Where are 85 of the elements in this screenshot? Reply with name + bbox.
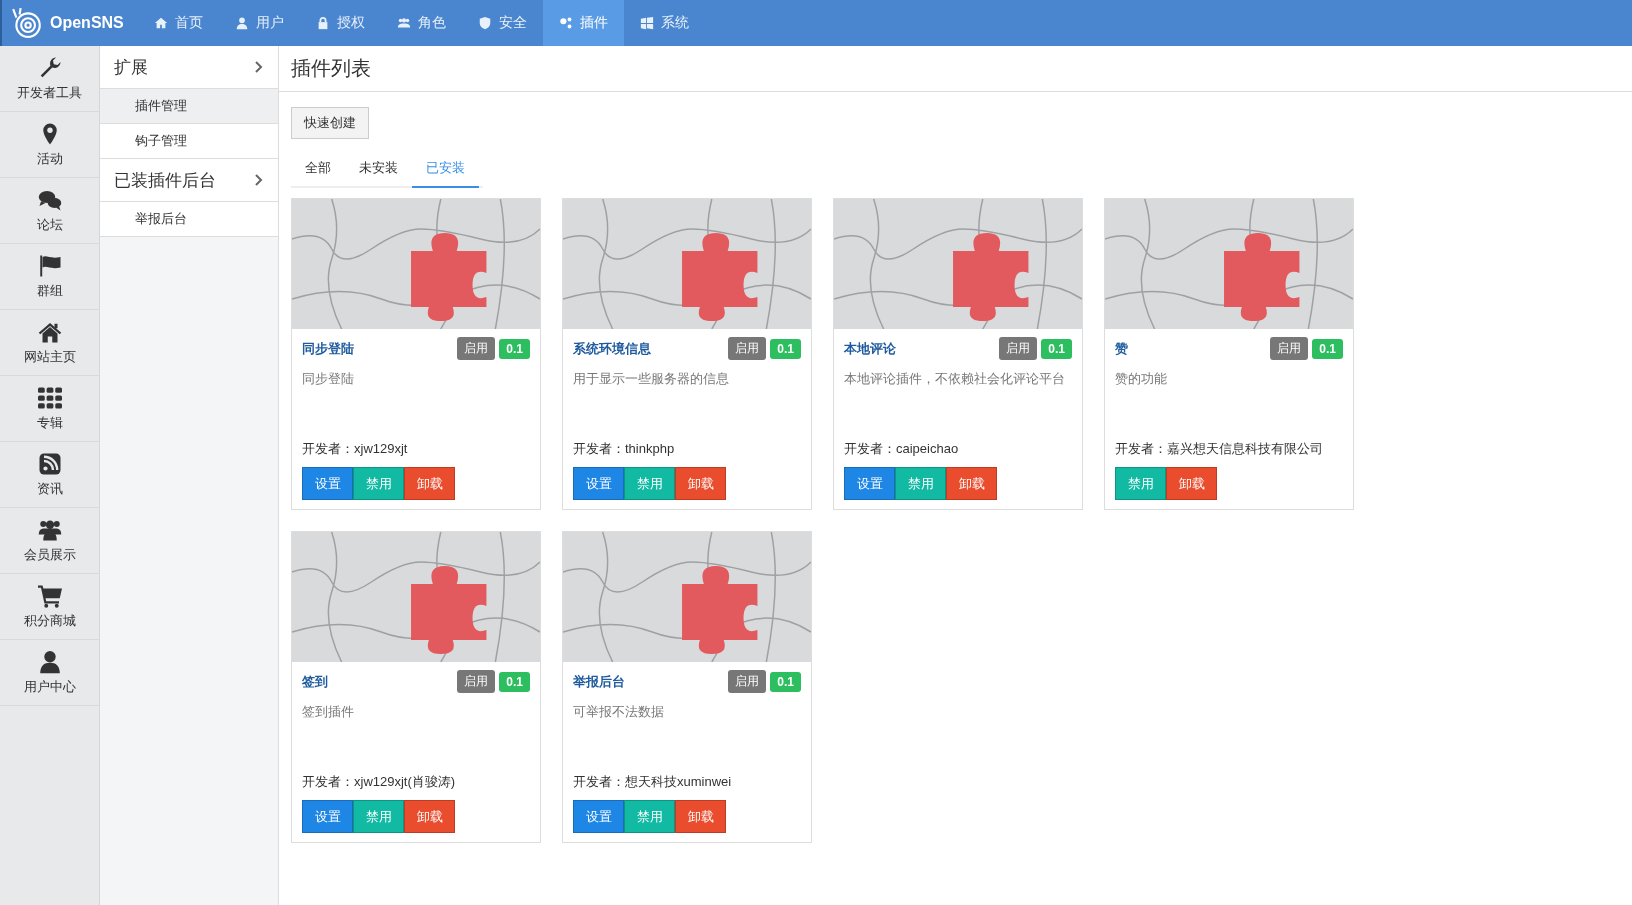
plugin-title[interactable]: 系统环境信息 bbox=[573, 339, 725, 358]
developer-text: 开发者：想天科技xuminwei bbox=[573, 773, 733, 791]
module-icon bbox=[36, 385, 63, 410]
nav-icon bbox=[558, 16, 573, 30]
settings-button[interactable]: 设置 bbox=[573, 467, 624, 500]
page-title: 插件列表 bbox=[279, 46, 1632, 92]
nav-icon bbox=[234, 16, 249, 30]
nav-icon bbox=[477, 16, 492, 30]
nav-item[interactable]: 系统 bbox=[623, 0, 705, 46]
menu-item[interactable]: 钩子管理 bbox=[100, 124, 278, 159]
plugin-description: 赞的功能 bbox=[1115, 370, 1168, 388]
module-item[interactable]: 资讯 bbox=[0, 442, 99, 508]
module-item[interactable]: 积分商城 bbox=[0, 574, 99, 640]
plugin-description: 本地评论插件，不依赖社会化评论平台 bbox=[844, 370, 1066, 388]
module-item[interactable]: 活动 bbox=[0, 112, 99, 178]
disable-button[interactable]: 禁用 bbox=[353, 467, 404, 500]
module-item[interactable]: 论坛 bbox=[0, 178, 99, 244]
status-badge: 启用 bbox=[999, 337, 1038, 360]
status-badge: 启用 bbox=[728, 337, 767, 360]
version-badge: 0.1 bbox=[1312, 338, 1343, 359]
module-item[interactable]: 开发者工具 bbox=[0, 46, 99, 112]
menu-item[interactable]: 插件管理 bbox=[100, 89, 278, 124]
uninstall-button[interactable]: 卸载 bbox=[404, 800, 455, 833]
status-badge: 启用 bbox=[457, 670, 496, 693]
settings-button[interactable]: 设置 bbox=[844, 467, 895, 500]
status-badge: 启用 bbox=[1270, 337, 1309, 360]
plugin-title[interactable]: 签到 bbox=[302, 672, 454, 691]
module-item[interactable]: 网站主页 bbox=[0, 310, 99, 376]
plugin-title[interactable]: 举报后台 bbox=[573, 672, 725, 691]
plugin-title[interactable]: 赞 bbox=[1115, 339, 1267, 358]
plugin-title[interactable]: 同步登陆 bbox=[302, 339, 454, 358]
nav-item[interactable]: 用户 bbox=[218, 0, 300, 46]
disable-button[interactable]: 禁用 bbox=[624, 467, 675, 500]
nav-item[interactable]: 安全 bbox=[461, 0, 543, 46]
settings-button[interactable]: 设置 bbox=[302, 467, 353, 500]
uninstall-button[interactable]: 卸载 bbox=[1166, 467, 1217, 500]
uninstall-button[interactable]: 卸载 bbox=[675, 467, 726, 500]
settings-button[interactable]: 设置 bbox=[302, 800, 353, 833]
plugin-description: 用于显示一些服务器的信息 bbox=[573, 370, 730, 388]
plugin-description: 可举报不法数据 bbox=[573, 703, 665, 721]
uninstall-button[interactable]: 卸载 bbox=[675, 800, 726, 833]
disable-button[interactable]: 禁用 bbox=[624, 800, 675, 833]
developer-text: 开发者：xjw129xjt bbox=[302, 440, 409, 458]
module-item[interactable]: 专辑 bbox=[0, 376, 99, 442]
nav-icon bbox=[639, 16, 654, 30]
chevron-icon bbox=[254, 60, 264, 74]
module-item[interactable]: 用户中心 bbox=[0, 640, 99, 706]
menu-item[interactable]: 举报后台 bbox=[100, 202, 278, 237]
uninstall-button[interactable]: 卸载 bbox=[404, 467, 455, 500]
version-badge: 0.1 bbox=[499, 338, 530, 359]
version-badge: 0.1 bbox=[770, 671, 801, 692]
nav-item[interactable]: 插件 bbox=[542, 0, 624, 46]
nav-item[interactable]: 角色 bbox=[380, 0, 462, 46]
chevron-icon bbox=[254, 173, 264, 187]
status-badge: 启用 bbox=[457, 337, 496, 360]
nav-icon bbox=[396, 16, 411, 30]
brand-name: OpenSNS bbox=[50, 14, 124, 32]
filter-tab[interactable]: 未安装 bbox=[345, 151, 412, 188]
status-badge: 启用 bbox=[728, 670, 767, 693]
module-item[interactable]: 群组 bbox=[0, 244, 99, 310]
developer-text: 开发者：caipeichao bbox=[844, 440, 960, 458]
uninstall-button[interactable]: 卸载 bbox=[946, 467, 997, 500]
module-item[interactable]: 会员展示 bbox=[0, 508, 99, 574]
developer-text: 开发者：xjw129xjt(肖骏涛) bbox=[302, 773, 457, 791]
quick-create-button[interactable]: 快速创建 bbox=[291, 107, 369, 139]
disable-button[interactable]: 禁用 bbox=[353, 800, 404, 833]
settings-button[interactable]: 设置 bbox=[573, 800, 624, 833]
disable-button[interactable]: 禁用 bbox=[1115, 467, 1166, 500]
nav-item[interactable]: 授权 bbox=[299, 0, 381, 46]
nav-icon bbox=[153, 16, 168, 30]
plugin-title[interactable]: 本地评论 bbox=[844, 339, 996, 358]
menu-group[interactable]: 已装插件后台 bbox=[100, 159, 278, 202]
plugin-description: 同步登陆 bbox=[302, 370, 355, 388]
plugin-description: 签到插件 bbox=[302, 703, 355, 721]
disable-button[interactable]: 禁用 bbox=[895, 467, 946, 500]
menu-group[interactable]: 扩展 bbox=[100, 46, 278, 89]
version-badge: 0.1 bbox=[770, 338, 801, 359]
developer-text: 开发者：嘉兴想天信息科技有限公司 bbox=[1115, 440, 1324, 458]
version-badge: 0.1 bbox=[1041, 338, 1072, 359]
version-badge: 0.1 bbox=[499, 671, 530, 692]
module-icon bbox=[36, 583, 63, 608]
filter-tab[interactable]: 已安装 bbox=[412, 151, 479, 188]
nav-item[interactable]: 首页 bbox=[137, 0, 219, 46]
filter-tab[interactable]: 全部 bbox=[291, 151, 345, 188]
developer-text: 开发者：thinkphp bbox=[573, 440, 676, 458]
